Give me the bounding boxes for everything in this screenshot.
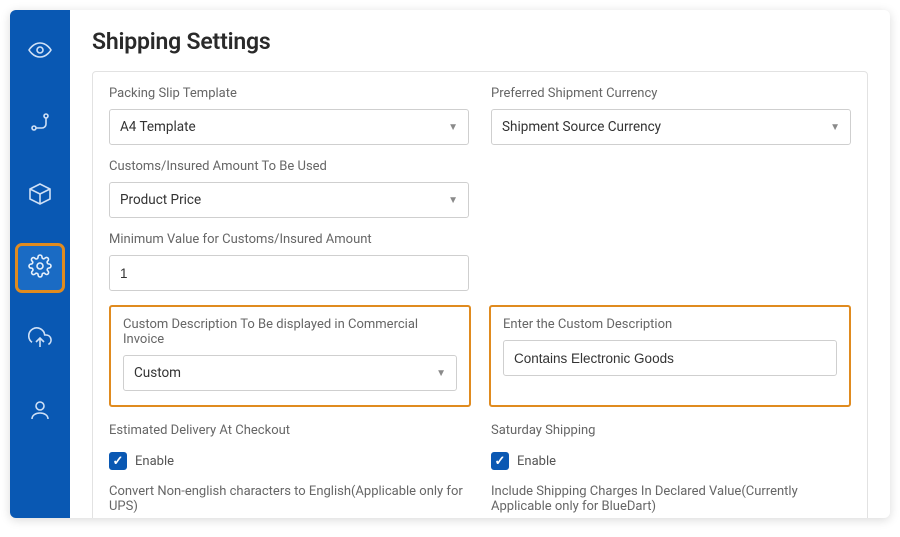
- custom-desc-mode-select[interactable]: Custom ▼: [123, 355, 457, 391]
- eye-icon: [28, 38, 52, 66]
- custom-desc-mode-box: Custom Description To Be displayed in Co…: [109, 305, 471, 407]
- user-icon: [28, 398, 52, 426]
- chevron-down-icon: ▼: [448, 195, 458, 206]
- min-value-input-wrap[interactable]: [109, 255, 469, 291]
- customs-amount-value: Product Price: [120, 192, 201, 208]
- custom-desc-mode-value: Custom: [134, 365, 181, 381]
- include-charges-label: Include Shipping Charges In Declared Val…: [491, 484, 851, 514]
- packing-slip-value: A4 Template: [120, 119, 196, 135]
- settings-panel: Packing Slip Template A4 Template ▼ Pref…: [92, 71, 868, 518]
- estimated-delivery-enable-label: Enable: [135, 454, 174, 469]
- route-icon: [28, 110, 52, 138]
- preferred-currency-value: Shipment Source Currency: [502, 119, 661, 135]
- convert-non-english-label: Convert Non-english characters to Englis…: [109, 484, 469, 514]
- custom-desc-text-label: Enter the Custom Description: [503, 317, 837, 332]
- preferred-currency-label: Preferred Shipment Currency: [491, 86, 851, 101]
- min-value-input[interactable]: [120, 266, 458, 281]
- sidebar: [10, 10, 70, 518]
- saturday-shipping-label: Saturday Shipping: [491, 423, 851, 438]
- chevron-down-icon: ▼: [448, 122, 458, 133]
- estimated-delivery-label: Estimated Delivery At Checkout: [109, 423, 469, 438]
- custom-desc-text-box: Enter the Custom Description: [489, 305, 851, 407]
- sidebar-item-settings[interactable]: [18, 246, 62, 290]
- sidebar-item-account[interactable]: [18, 390, 62, 434]
- estimated-delivery-checkbox[interactable]: [109, 452, 127, 470]
- cloud-upload-icon: [28, 326, 52, 354]
- sidebar-item-upload[interactable]: [18, 318, 62, 362]
- main-content: Shipping Settings Packing Slip Template …: [70, 10, 890, 518]
- saturday-shipping-enable-label: Enable: [517, 454, 556, 469]
- custom-desc-mode-label: Custom Description To Be displayed in Co…: [123, 317, 457, 347]
- sidebar-item-packages[interactable]: [18, 174, 62, 218]
- customs-amount-select[interactable]: Product Price ▼: [109, 182, 469, 218]
- packing-slip-select[interactable]: A4 Template ▼: [109, 109, 469, 145]
- saturday-shipping-checkbox[interactable]: [491, 452, 509, 470]
- custom-desc-text-wrap[interactable]: [503, 340, 837, 376]
- packing-slip-label: Packing Slip Template: [109, 86, 469, 101]
- chevron-down-icon: ▼: [830, 122, 840, 133]
- box-icon: [28, 182, 52, 210]
- gear-icon: [28, 254, 52, 282]
- customs-amount-label: Customs/Insured Amount To Be Used: [109, 159, 469, 174]
- min-value-label: Minimum Value for Customs/Insured Amount: [109, 232, 469, 247]
- page-title: Shipping Settings: [92, 28, 868, 55]
- preferred-currency-select[interactable]: Shipment Source Currency ▼: [491, 109, 851, 145]
- sidebar-item-shipping[interactable]: [18, 102, 62, 146]
- custom-desc-text-input[interactable]: [514, 351, 826, 366]
- app-frame: Shipping Settings Packing Slip Template …: [10, 10, 890, 518]
- chevron-down-icon: ▼: [436, 368, 446, 379]
- sidebar-item-preview[interactable]: [18, 30, 62, 74]
